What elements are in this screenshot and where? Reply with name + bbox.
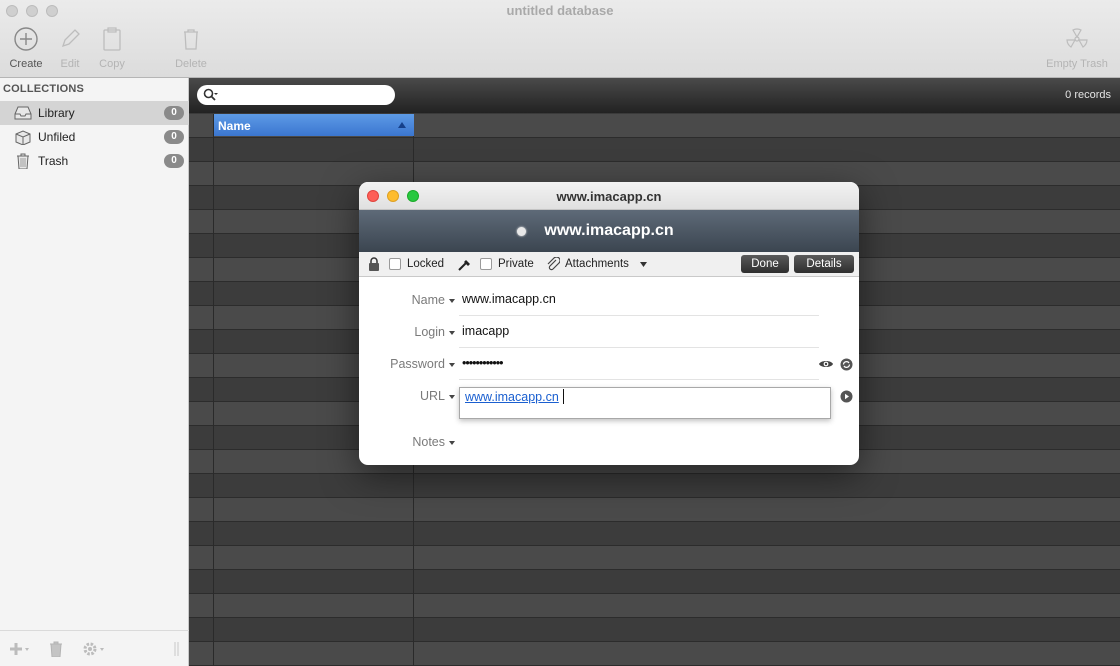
eye-icon[interactable] [818,358,834,370]
record-count: 0 records [1065,89,1111,101]
list-row [189,594,1120,618]
name-field-label[interactable]: Name [412,293,455,307]
paperclip-icon [547,257,560,271]
sidebar-item-unfiled[interactable]: Unfiled 0 [0,125,189,149]
radiation-icon [1066,28,1088,48]
list-row [189,546,1120,570]
copy-button[interactable]: Copy [86,26,138,70]
search-bar: 0 records [189,78,1120,113]
chevron-down-icon [640,262,647,267]
login-label-text: Login [414,325,445,339]
list-row [189,642,1120,666]
dialog-header: www.imacapp.cn [359,210,859,252]
notes-field: Notes [359,426,859,458]
list-row [189,570,1120,594]
pencil-icon [61,29,80,48]
delete-label: Delete [175,58,207,70]
eyedropper-icon [458,260,470,271]
sidebar-footer [0,630,189,666]
plus-circle-icon [14,27,38,51]
login-field-label[interactable]: Login [414,325,455,339]
private-label: Private [498,258,534,270]
password-label-text: Password [390,357,445,371]
gear-icon[interactable] [82,641,106,657]
sort-ascending-icon [398,122,406,128]
inbox-icon [14,106,32,120]
empty-trash-label: Empty Trash [1046,58,1108,70]
list-row [189,138,1120,162]
sidebar-item-trash[interactable]: Trash 0 [0,149,189,173]
text-cursor [563,389,564,404]
search-input[interactable] [197,85,395,105]
name-label-text: Name [411,293,445,307]
done-button[interactable]: Done [741,255,789,273]
add-icon[interactable] [8,641,30,657]
sidebar-item-label: Trash [38,154,69,168]
box-icon [15,130,31,145]
trash-icon [17,153,29,169]
locked-label: Locked [407,258,445,270]
delete-button[interactable]: Delete [165,26,217,70]
chevron-down-icon [449,394,455,399]
count-badge: 0 [164,154,184,168]
locked-checkbox[interactable] [389,258,401,270]
resize-handle-icon[interactable] [174,641,180,657]
url-value[interactable]: www.imacapp.cn [465,390,559,404]
column-divider [213,114,214,666]
login-value[interactable]: imacapp [462,324,509,338]
sidebar-item-label: Library [38,106,75,120]
notes-field-label[interactable]: Notes [412,435,455,449]
copy-label: Copy [99,58,125,70]
name-value[interactable]: www.imacapp.cn [462,292,556,306]
url-field-label[interactable]: URL [420,389,455,403]
password-field: Password •••••••••••• [359,348,859,380]
list-row [189,474,1120,498]
count-badge: 0 [164,106,184,120]
list-row [189,618,1120,642]
private-checkbox[interactable] [480,258,492,270]
url-input[interactable]: www.imacapp.cn [459,387,831,419]
chevron-down-icon [449,330,455,335]
chevron-down-icon [449,298,455,303]
search-icon [203,88,218,101]
name-field: Name www.imacapp.cn [359,284,859,316]
dialog-toolbar: Locked Private Attachments Done Details [359,252,859,277]
column-header-name[interactable]: Name [214,114,414,136]
details-button[interactable]: Details [794,255,854,273]
list-row [189,498,1120,522]
password-field-label[interactable]: Password [390,357,455,371]
dialog-titlebar: www.imacapp.cn [359,182,859,210]
dialog-title: www.imacapp.cn [556,189,662,204]
sidebar-item-label: Unfiled [38,130,76,144]
count-badge: 0 [164,130,184,144]
url-label-text: URL [419,389,445,403]
list-row [189,522,1120,546]
login-field: Login imacapp [359,316,859,348]
trash-icon[interactable] [48,641,64,657]
notes-label-text: Notes [412,435,445,449]
collections-heading: COLLECTIONS [3,83,85,95]
sidebar: COLLECTIONS Library 0 Unfiled 0 Trash 0 [0,78,189,666]
column-header-label: Name [218,119,251,133]
chevron-down-icon [449,362,455,367]
chevron-down-icon [449,440,455,445]
lock-icon [369,257,379,271]
attachments-menu[interactable]: Attachments [565,258,629,270]
generate-password-icon[interactable] [840,358,853,371]
sidebar-item-library[interactable]: Library 0 [0,101,189,125]
clipboard-icon [103,27,121,51]
record-dialog: www.imacapp.cn www.imacapp.cn Locked Pri… [359,182,859,465]
record-title: www.imacapp.cn [544,222,674,239]
password-value[interactable]: •••••••••••• [462,356,504,370]
trash-icon [184,29,198,50]
open-url-icon[interactable] [840,390,853,403]
window-title: untitled database [506,3,614,18]
empty-trash-button[interactable]: Empty Trash [1040,26,1114,70]
toolbar: untitled database Create Edit Copy Delet… [0,0,1120,78]
